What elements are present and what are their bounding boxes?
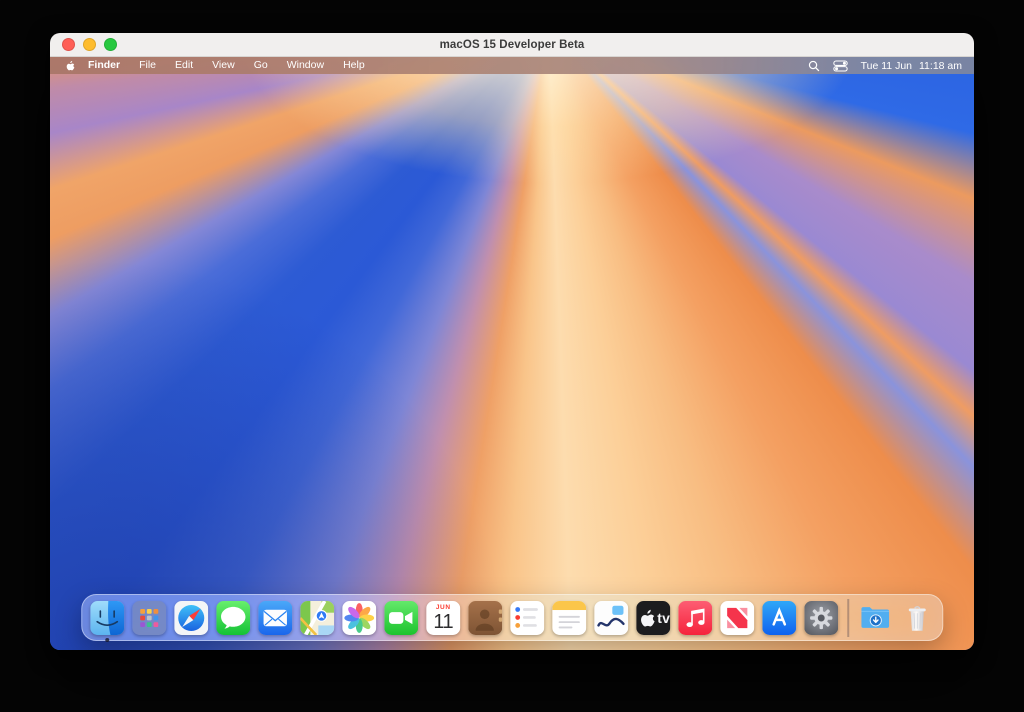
dock-item-news[interactable] <box>720 601 754 635</box>
freeform-icon <box>594 601 628 635</box>
dock-item-photos[interactable] <box>342 601 376 635</box>
calendar-icon: JUN 11 <box>426 601 460 635</box>
apple-menu[interactable] <box>64 59 75 72</box>
messages-icon <box>216 601 250 635</box>
menu-item-finder[interactable]: Finder <box>81 57 130 74</box>
dock-item-messages[interactable] <box>216 601 250 635</box>
vm-window: macOS 15 Developer Beta Finder File Edit… <box>50 33 974 650</box>
desktop-wallpaper: Finder File Edit View Go Window Help <box>50 57 974 650</box>
window-titlebar[interactable]: macOS 15 Developer Beta <box>50 33 974 57</box>
clock-date: Tue 11 Jun <box>861 60 912 72</box>
launchpad-icon <box>132 601 166 635</box>
window-title: macOS 15 Developer Beta <box>50 39 974 51</box>
dock-item-notes[interactable] <box>552 601 586 635</box>
dock: JUN 11 <box>81 594 943 641</box>
clock-time: 11:18 am <box>919 60 962 72</box>
downloads-folder-icon <box>858 601 892 635</box>
photos-icon <box>342 601 376 635</box>
dock-item-freeform[interactable] <box>594 601 628 635</box>
apple-logo-icon <box>64 59 75 72</box>
notes-icon <box>552 601 586 635</box>
menu-item-edit[interactable]: Edit <box>166 57 203 74</box>
dock-item-finder[interactable] <box>90 601 124 635</box>
trash-icon <box>900 601 934 635</box>
music-icon <box>678 601 712 635</box>
apple-logo-icon <box>636 601 655 635</box>
traffic-lights <box>62 33 117 56</box>
tv-logo-text: tv <box>657 611 670 625</box>
minimize-button[interactable] <box>83 38 96 51</box>
menu-item-view[interactable]: View <box>203 57 245 74</box>
dock-item-contacts[interactable] <box>468 601 502 635</box>
calendar-month-label: JUN <box>436 604 451 611</box>
safari-icon <box>174 601 208 635</box>
dock-item-music[interactable] <box>678 601 712 635</box>
mail-icon <box>258 601 292 635</box>
menu-item-help[interactable]: Help <box>334 57 375 74</box>
finder-icon <box>90 601 124 635</box>
running-indicator <box>105 638 109 642</box>
dock-item-maps[interactable] <box>300 601 334 635</box>
close-button[interactable] <box>62 38 75 51</box>
menu-bar: Finder File Edit View Go Window Help <box>50 57 974 74</box>
dock-item-trash[interactable] <box>900 601 934 635</box>
dock-item-launchpad[interactable] <box>132 601 166 635</box>
menu-item-go[interactable]: Go <box>244 57 277 74</box>
tv-icon: tv <box>636 601 670 635</box>
news-icon <box>720 601 754 635</box>
maps-icon <box>300 601 334 635</box>
menu-item-file[interactable]: File <box>130 57 166 74</box>
search-icon[interactable] <box>808 60 820 72</box>
calendar-day-label: 11 <box>433 612 453 632</box>
dock-item-safari[interactable] <box>174 601 208 635</box>
appstore-icon <box>762 601 796 635</box>
reminders-icon <box>510 601 544 635</box>
dock-item-downloads[interactable] <box>858 601 892 635</box>
menubar-status-area: Tue 11 Jun 11:18 am <box>808 60 962 72</box>
control-center-icon[interactable] <box>833 60 848 72</box>
dock-item-facetime[interactable] <box>384 601 418 635</box>
settings-gear-icon <box>804 601 838 635</box>
dock-item-calendar[interactable]: JUN 11 <box>426 601 460 635</box>
dock-item-appstore[interactable] <box>762 601 796 635</box>
facetime-icon <box>384 601 418 635</box>
zoom-button[interactable] <box>104 38 117 51</box>
dock-item-tv[interactable]: tv <box>636 601 670 635</box>
contacts-icon <box>468 601 502 635</box>
dock-item-mail[interactable] <box>258 601 292 635</box>
menubar-clock[interactable]: Tue 11 Jun 11:18 am <box>861 60 962 72</box>
menu-item-window[interactable]: Window <box>277 57 333 74</box>
dock-divider <box>847 599 849 637</box>
dock-item-reminders[interactable] <box>510 601 544 635</box>
dock-item-settings[interactable] <box>804 601 838 635</box>
